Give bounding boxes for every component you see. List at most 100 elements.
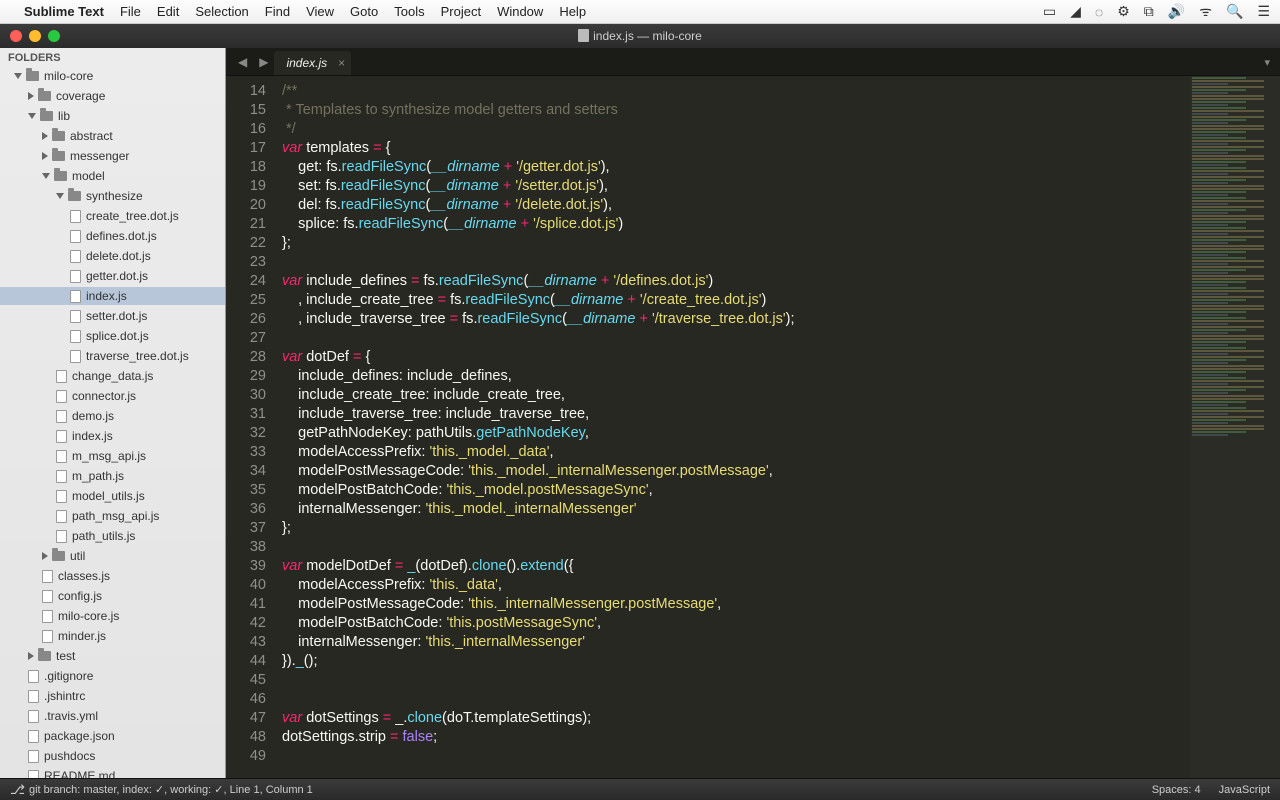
file-README-md[interactable]: README.md (0, 767, 225, 778)
chevron-down-icon[interactable] (28, 113, 36, 119)
menu-window[interactable]: Window (497, 4, 543, 19)
file-path_utils-js[interactable]: path_utils.js (0, 527, 225, 545)
nav-back-icon[interactable]: ◀ (232, 55, 253, 75)
file-setter-dot-js[interactable]: setter.dot.js (0, 307, 225, 325)
file-connector-js[interactable]: connector.js (0, 387, 225, 405)
file-demo-js[interactable]: demo.js (0, 407, 225, 425)
folder-coverage[interactable]: coverage (0, 87, 225, 105)
code-line[interactable]: */ (282, 120, 1280, 139)
code-line[interactable]: modelAccessPrefix: 'this._data', (282, 576, 1280, 595)
tab-bar[interactable]: ◀ ▶ index.js × ▾ (226, 48, 1280, 76)
tab-overflow-icon[interactable]: ▾ (1254, 50, 1280, 75)
code-line[interactable]: }; (282, 234, 1280, 253)
code-line[interactable]: del: fs.readFileSync(__dirname + '/delet… (282, 196, 1280, 215)
status-bar[interactable]: ⎇ git branch: master, index: ✓, working:… (0, 778, 1280, 800)
code-line[interactable]: * Templates to synthesize model getters … (282, 101, 1280, 120)
file-index-js[interactable]: index.js (0, 287, 225, 305)
folder-messenger[interactable]: messenger (0, 147, 225, 165)
code-line[interactable]: include_defines: include_defines, (282, 367, 1280, 386)
sync-icon[interactable]: ◌ (1095, 4, 1103, 20)
minimap[interactable] (1190, 76, 1280, 778)
chevron-right-icon[interactable] (28, 652, 34, 660)
search-icon[interactable]: 🔍 (1226, 3, 1243, 20)
code-line[interactable]: get: fs.readFileSync(__dirname + '/gette… (282, 158, 1280, 177)
code-line[interactable] (282, 329, 1280, 348)
menu-find[interactable]: Find (265, 4, 290, 19)
file-m_msg_api-js[interactable]: m_msg_api.js (0, 447, 225, 465)
file-minder-js[interactable]: minder.js (0, 627, 225, 645)
menu-edit[interactable]: Edit (157, 4, 179, 19)
nav-forward-icon[interactable]: ▶ (253, 55, 274, 75)
code-line[interactable]: include_create_tree: include_create_tree… (282, 386, 1280, 405)
code-line[interactable]: , include_create_tree = fs.readFileSync(… (282, 291, 1280, 310)
file-path_msg_api-js[interactable]: path_msg_api.js (0, 507, 225, 525)
code-line[interactable]: modelPostBatchCode: 'this.postMessageSyn… (282, 614, 1280, 633)
chevron-right-icon[interactable] (28, 92, 34, 100)
folder-model[interactable]: model (0, 167, 225, 185)
code-line[interactable]: }; (282, 519, 1280, 538)
status-indent[interactable]: Spaces: 4 (1152, 784, 1201, 796)
folder-abstract[interactable]: abstract (0, 127, 225, 145)
file-traverse_tree-dot-js[interactable]: traverse_tree.dot.js (0, 347, 225, 365)
code-line[interactable] (282, 253, 1280, 272)
code-line[interactable]: modelAccessPrefix: 'this._model._data', (282, 443, 1280, 462)
volume-icon[interactable]: 🔊 (1168, 3, 1185, 20)
file-splice-dot-js[interactable]: splice.dot.js (0, 327, 225, 345)
code-line[interactable]: set: fs.readFileSync(__dirname + '/sette… (282, 177, 1280, 196)
file--travis-yml[interactable]: .travis.yml (0, 707, 225, 725)
wifi-icon[interactable]: ᯤ (1199, 2, 1212, 21)
file-tab[interactable]: index.js × (274, 51, 351, 75)
code-line[interactable]: var modelDotDef = _(dotDef).clone().exte… (282, 557, 1280, 576)
code-line[interactable]: , include_traverse_tree = fs.readFileSyn… (282, 310, 1280, 329)
minimize-window-button[interactable] (29, 30, 41, 42)
file-defines-dot-js[interactable]: defines.dot.js (0, 227, 225, 245)
code-line[interactable] (282, 671, 1280, 690)
code-content[interactable]: /** * Templates to synthesize model gett… (278, 76, 1280, 778)
folder-util[interactable]: util (0, 547, 225, 565)
folder-test[interactable]: test (0, 647, 225, 665)
file-create_tree-dot-js[interactable]: create_tree.dot.js (0, 207, 225, 225)
menu-file[interactable]: File (120, 4, 141, 19)
code-line[interactable]: include_traverse_tree: include_traverse_… (282, 405, 1280, 424)
file-package-json[interactable]: package.json (0, 727, 225, 745)
code-line[interactable]: var dotSettings = _.clone(doT.templateSe… (282, 709, 1280, 728)
file-change_data-js[interactable]: change_data.js (0, 367, 225, 385)
code-line[interactable]: modelPostMessageCode: 'this._model._inte… (282, 462, 1280, 481)
file--jshintrc[interactable]: .jshintrc (0, 687, 225, 705)
code-line[interactable]: var dotDef = { (282, 348, 1280, 367)
code-area[interactable]: 1415161718192021222324252627282930313233… (226, 76, 1280, 778)
chevron-right-icon[interactable] (42, 552, 48, 560)
chevron-right-icon[interactable] (42, 132, 48, 140)
menu-help[interactable]: Help (559, 4, 586, 19)
code-line[interactable]: splice: fs.readFileSync(__dirname + '/sp… (282, 215, 1280, 234)
file-pushdocs[interactable]: pushdocs (0, 747, 225, 765)
close-window-button[interactable] (10, 30, 22, 42)
status-syntax[interactable]: JavaScript (1219, 784, 1270, 796)
menu-project[interactable]: Project (441, 4, 481, 19)
code-line[interactable]: internalMessenger: 'this._model._interna… (282, 500, 1280, 519)
menu-tools[interactable]: Tools (394, 4, 424, 19)
folder-synthesize[interactable]: synthesize (0, 187, 225, 205)
chevron-right-icon[interactable] (42, 152, 48, 160)
code-line[interactable] (282, 690, 1280, 709)
chevron-down-icon[interactable] (14, 73, 22, 79)
code-line[interactable]: modelPostMessageCode: 'this._internalMes… (282, 595, 1280, 614)
app-name[interactable]: Sublime Text (24, 4, 104, 19)
status-left[interactable]: git branch: master, index: ✓, working: ✓… (29, 783, 313, 796)
code-line[interactable] (282, 538, 1280, 557)
code-line[interactable]: dotSettings.strip = false; (282, 728, 1280, 747)
settings-icon[interactable]: ⚙ (1117, 3, 1130, 20)
chevron-down-icon[interactable] (56, 193, 64, 199)
menu-selection[interactable]: Selection (195, 4, 248, 19)
code-line[interactable] (282, 747, 1280, 766)
code-line[interactable]: })._(); (282, 652, 1280, 671)
file--gitignore[interactable]: .gitignore (0, 667, 225, 685)
file-index-js[interactable]: index.js (0, 427, 225, 445)
file-tree[interactable]: milo-corecoveragelibabstractmessengermod… (0, 66, 225, 778)
menu-goto[interactable]: Goto (350, 4, 378, 19)
code-line[interactable]: modelPostBatchCode: 'this._model.postMes… (282, 481, 1280, 500)
menu-view[interactable]: View (306, 4, 334, 19)
code-line[interactable]: /** (282, 82, 1280, 101)
folder-milo-core[interactable]: milo-core (0, 67, 225, 85)
code-line[interactable]: var templates = { (282, 139, 1280, 158)
